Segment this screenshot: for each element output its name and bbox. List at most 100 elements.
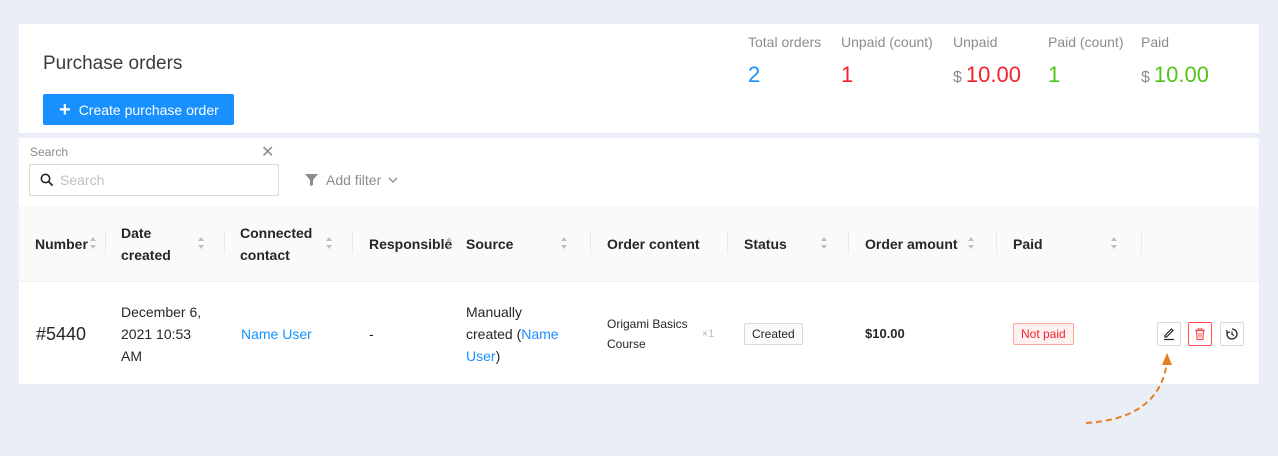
column-title: Source xyxy=(466,236,514,252)
source-text: created ( xyxy=(466,325,522,342)
currency-symbol: $ xyxy=(1141,69,1150,86)
source-line: created (Name xyxy=(466,323,559,345)
column-header-paid[interactable]: Paid xyxy=(1013,206,1126,282)
date-text: 2021 10:53 xyxy=(121,325,192,342)
stat-paid-count: Paid (count) 1 xyxy=(1048,34,1123,88)
column-title: Date created xyxy=(121,225,171,263)
stat-value: 1 xyxy=(1048,62,1123,88)
responsible-value: - xyxy=(369,325,374,342)
search-icon xyxy=(40,173,54,187)
column-divider xyxy=(848,232,849,254)
create-purchase-order-button[interactable]: + Create purchase order xyxy=(43,94,234,125)
connected-contact-link[interactable]: Name User xyxy=(241,283,312,384)
order-content-cell: Origami Basics Course ×1 xyxy=(607,283,714,384)
plus-icon: + xyxy=(59,98,71,121)
stat-unpaid-amount: Unpaid $10.00 xyxy=(953,34,1021,88)
column-divider xyxy=(727,232,728,254)
source-cell: Manually created (Name User) xyxy=(466,283,559,384)
stat-number: 1 xyxy=(841,62,854,87)
stat-value: 1 xyxy=(841,62,933,88)
date-text: AM xyxy=(121,347,142,364)
stat-value: 2 xyxy=(748,62,821,88)
status-cell: Created xyxy=(744,283,803,384)
paid-cell: Not paid xyxy=(1013,283,1074,384)
paid-status-badge: Not paid xyxy=(1013,322,1074,345)
sort-icon[interactable] xyxy=(560,236,568,250)
column-header-source[interactable]: Source xyxy=(466,206,576,282)
column-header-date-created[interactable]: Date created xyxy=(121,206,213,282)
column-divider xyxy=(1141,232,1142,254)
chevron-down-icon xyxy=(388,177,398,183)
stat-number: 1 xyxy=(1048,62,1061,87)
edit-icon xyxy=(1164,328,1174,341)
stat-number: 10.00 xyxy=(965,62,1021,87)
sort-icon[interactable] xyxy=(967,236,975,250)
filter-icon xyxy=(305,174,318,186)
column-title: Responsible xyxy=(369,236,453,252)
stat-value: $10.00 xyxy=(1141,62,1209,88)
column-header-responsible[interactable]: Responsible xyxy=(369,206,453,282)
column-header-connected-contact[interactable]: Connected contact xyxy=(240,206,341,282)
history-icon xyxy=(1225,328,1238,340)
search-label: Search xyxy=(30,145,69,159)
column-title: Order content xyxy=(607,236,700,252)
stat-label: Unpaid (count) xyxy=(841,34,933,50)
stat-unpaid-count: Unpaid (count) 1 xyxy=(841,34,933,88)
product-name: Origami Basics xyxy=(607,316,688,331)
stat-label: Unpaid xyxy=(953,34,998,50)
quantity: ×1 xyxy=(701,327,715,340)
add-filter-label: Add filter xyxy=(326,172,382,188)
column-header-number[interactable]: Number xyxy=(35,206,105,282)
source-text: Manually xyxy=(466,303,523,320)
page-title: Purchase orders xyxy=(43,53,183,74)
column-title: Number xyxy=(35,236,88,252)
orders-table-card: Search ✕ Add filter Number Date created … xyxy=(19,138,1259,384)
stat-paid-amount: Paid $10.00 xyxy=(1141,34,1209,88)
sort-icon[interactable] xyxy=(89,236,97,250)
column-divider xyxy=(352,232,353,254)
sort-icon[interactable] xyxy=(325,236,333,250)
close-icon[interactable]: ✕ xyxy=(261,142,274,162)
search-input[interactable] xyxy=(60,172,260,188)
column-title: Status xyxy=(744,236,787,252)
source-line: User) xyxy=(466,345,500,367)
source-user-link[interactable]: Name xyxy=(521,326,558,342)
status-badge: Created xyxy=(744,322,803,345)
stat-label: Paid (count) xyxy=(1048,34,1124,50)
sort-icon[interactable] xyxy=(820,236,828,250)
source-text: ) xyxy=(495,347,501,364)
date-created-cell: December 6, 2021 10:53 AM xyxy=(121,283,201,384)
create-button-label: Create purchase order xyxy=(78,101,219,118)
delete-icon xyxy=(1195,328,1205,341)
table-row[interactable]: #5440 December 6, 2021 10:53 AM Name Use… xyxy=(19,283,1259,384)
add-filter-button[interactable]: Add filter xyxy=(305,172,406,188)
order-number[interactable]: #5440 xyxy=(36,283,86,384)
currency-symbol: $ xyxy=(953,69,962,86)
column-divider xyxy=(105,232,106,254)
delete-button[interactable] xyxy=(1188,322,1212,346)
sort-icon[interactable] xyxy=(197,236,205,250)
column-divider xyxy=(224,232,225,254)
order-amount: $10.00 xyxy=(865,325,905,341)
sort-icon[interactable] xyxy=(1110,236,1118,250)
column-title: Connected contact xyxy=(240,225,313,263)
source-user-link[interactable]: User xyxy=(466,348,496,364)
column-header-status[interactable]: Status xyxy=(744,206,836,282)
sort-icon[interactable] xyxy=(445,236,453,250)
column-header-order-content: Order content xyxy=(607,206,727,282)
column-title: Paid xyxy=(1013,236,1043,252)
product-name: Course xyxy=(607,336,646,351)
search-box[interactable] xyxy=(29,164,279,196)
history-button[interactable] xyxy=(1220,322,1244,346)
stat-value: $10.00 xyxy=(953,62,1021,88)
annotation-arrow xyxy=(1085,353,1172,424)
stat-label: Paid xyxy=(1141,34,1170,50)
date-text: December 6, xyxy=(121,303,202,320)
order-content-name: Origami Basics Course xyxy=(607,314,688,354)
stat-total-orders: Total orders 2 xyxy=(748,34,821,88)
summary-card: Purchase orders + Create purchase order … xyxy=(19,24,1259,133)
column-title: Order amount xyxy=(865,236,958,252)
column-divider xyxy=(590,232,591,254)
column-header-order-amount[interactable]: Order amount xyxy=(865,206,983,282)
table-header: Number Date created Connected contact Re… xyxy=(19,206,1259,282)
